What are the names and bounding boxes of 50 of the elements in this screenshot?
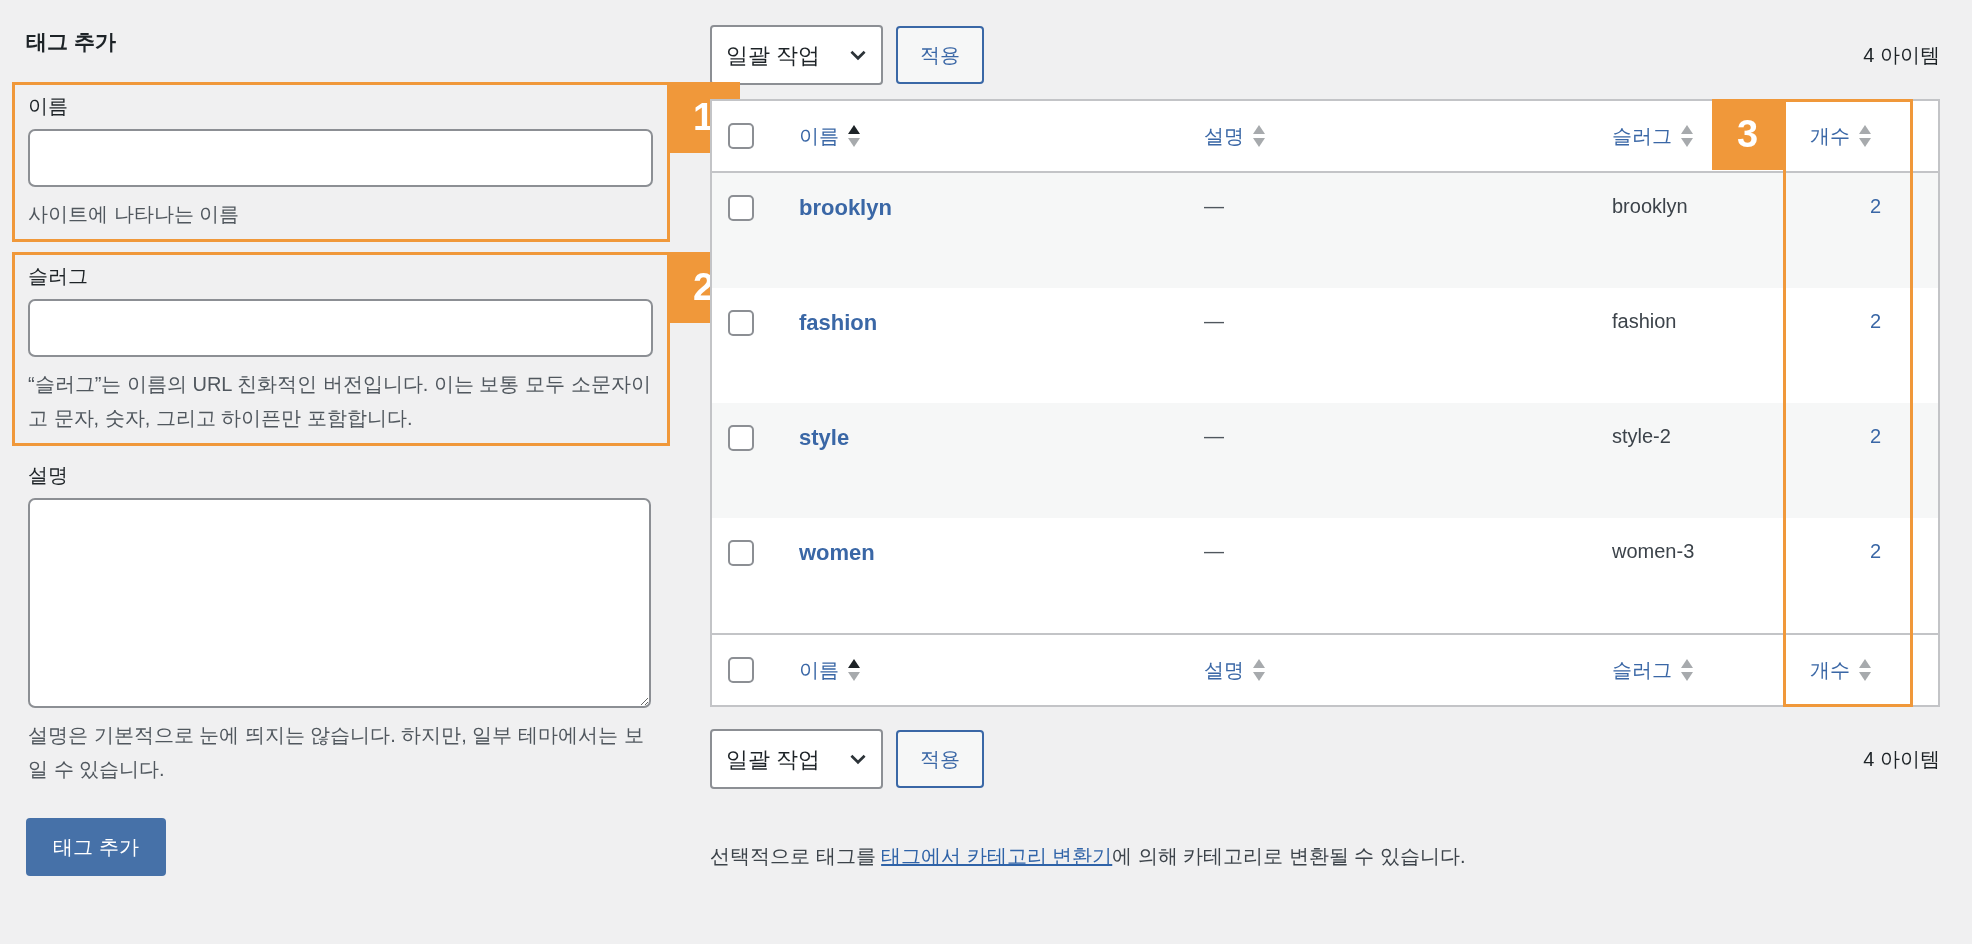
sort-link[interactable]: 이름	[799, 655, 839, 685]
checkbox[interactable]	[728, 310, 754, 336]
sort-link[interactable]: 설명	[1204, 655, 1244, 685]
callout-badge: 3	[1712, 99, 1783, 170]
help-text: 사이트에 나타나는 이름	[28, 202, 241, 227]
sort-link[interactable]: 슬러그	[1612, 655, 1672, 685]
checkbox[interactable]	[728, 195, 754, 221]
tag-name-link[interactable]: women	[799, 540, 875, 565]
bulk-action-dropdown[interactable]: 일괄 작업	[710, 729, 883, 789]
tag-name-link[interactable]: brooklyn	[799, 195, 892, 220]
item-count: 4 아이템	[1863, 747, 1940, 772]
table-cell: —	[1204, 425, 1224, 447]
help-text: “슬러그”는 이름의 URL 친화적인 버전입니다. 이는 보통 모두 소문자이고 문자, 숫자, 그리고 하이픈만 포함합니다.	[28, 372, 652, 431]
sort-link[interactable]: 개수	[1810, 121, 1850, 151]
table-cell: —	[1204, 540, 1224, 562]
apply-button[interactable]: 적용	[896, 730, 984, 788]
table-cell: —	[1204, 310, 1224, 332]
count-link[interactable]: 2	[1869, 306, 1881, 336]
count-link[interactable]: 2	[1869, 421, 1881, 451]
field-label: 설명	[28, 463, 69, 488]
field-label: 슬러그	[28, 264, 89, 289]
item-count: 4 아이템	[1863, 43, 1940, 68]
sort-link[interactable]: 이름	[799, 121, 839, 151]
textarea-field[interactable]	[28, 498, 651, 708]
text-field[interactable]	[28, 299, 653, 357]
table-cell: fashion	[1612, 310, 1677, 332]
sort-link[interactable]: 설명	[1204, 121, 1244, 151]
help-text: 설명은 기본적으로 눈에 띄지는 않습니다. 하지만, 일부 테마에서는 보일 수 있습니다.	[28, 723, 645, 782]
checkbox[interactable]	[728, 425, 754, 451]
count-link[interactable]: 2	[1869, 536, 1881, 566]
converter-link[interactable]: 태그에서 카테고리 변환기	[881, 845, 1113, 867]
add-tag-button[interactable]: 태그 추가	[26, 818, 166, 876]
checkbox[interactable]	[728, 123, 754, 149]
checkbox[interactable]	[728, 657, 754, 683]
form-heading: 태그 추가	[25, 29, 117, 55]
table-cell: style-2	[1612, 425, 1671, 447]
table-cell: brooklyn	[1612, 195, 1688, 217]
sort-link[interactable]: 슬러그	[1612, 121, 1672, 151]
count-link[interactable]: 2	[1869, 191, 1881, 221]
bulk-action-dropdown[interactable]: 일괄 작업	[710, 25, 883, 85]
sort-link[interactable]: 개수	[1810, 655, 1850, 685]
table-cell: women-3	[1612, 540, 1695, 562]
table-cell: —	[1204, 195, 1224, 217]
checkbox[interactable]	[728, 540, 754, 566]
field-label: 이름	[28, 94, 69, 119]
tag-name-link[interactable]: fashion	[799, 310, 878, 335]
apply-button[interactable]: 적용	[896, 26, 984, 84]
text-field[interactable]	[28, 129, 653, 187]
tag-name-link[interactable]: style	[799, 425, 850, 450]
footer-note: 선택적으로 태그를 태그에서 카테고리 변환기에 의해 카테고리로 변환될 수 있습니다.	[710, 844, 1467, 869]
